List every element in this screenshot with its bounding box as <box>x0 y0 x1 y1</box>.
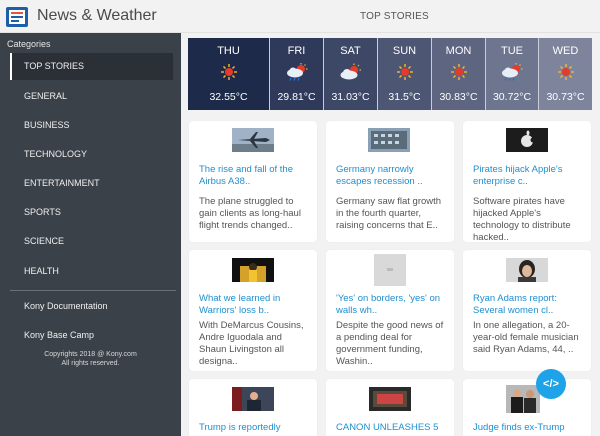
copyright-line-1: Copyrights 2018 @ Kony.com <box>44 351 137 358</box>
weather-day-thu: THU 32.55°C <box>188 38 270 110</box>
sidebar-divider <box>10 290 176 291</box>
weather-day-sun: SUN 31.5°C <box>378 38 432 110</box>
rain-cloud-sun-icon <box>286 63 307 81</box>
news-card-description: In one allegation, a 20-year-old female … <box>473 320 579 355</box>
weather-day-sat: SAT 31.03°C <box>324 38 378 110</box>
airplane-image <box>232 128 274 152</box>
weather-temperature: 32.55°C <box>209 91 248 103</box>
news-card-title[interactable]: Pirates hijack Apple's enterprise c.. <box>473 164 585 188</box>
placeholder-image <box>374 254 406 286</box>
weather-temperature: 30.72°C <box>492 91 532 103</box>
rain-cloud-sun-icon <box>502 63 523 81</box>
app-title: News & Weather <box>37 7 157 24</box>
apple-logo-image <box>506 128 548 152</box>
news-card-title[interactable]: Ryan Adams report: Several women cl.. <box>473 293 585 317</box>
weather-day-wed: WED 30.73°C <box>539 38 592 110</box>
sun-icon <box>220 64 237 80</box>
sidebar-item-general[interactable]: GENERAL <box>10 83 173 110</box>
weather-day-name: THU <box>217 45 240 57</box>
weather-temperature: 29.81°C <box>277 91 316 103</box>
weather-day-name: SUN <box>392 45 417 57</box>
news-card-title[interactable]: Judge finds ex-Trump <box>473 422 585 434</box>
portrait-image <box>506 258 548 282</box>
news-card[interactable]: Germany narrowly escapes recession .. Ge… <box>326 121 454 242</box>
press-image <box>232 387 274 411</box>
news-card[interactable]: Pirates hijack Apple's enterprise c.. So… <box>463 121 591 242</box>
news-card[interactable]: What we learned in Warriors' loss b.. Wi… <box>189 250 317 371</box>
building-image <box>368 128 410 152</box>
weather-day-name: TUE <box>501 45 523 57</box>
sidebar-item-business[interactable]: BUSINESS <box>10 112 173 139</box>
people-image <box>506 385 540 413</box>
weather-temperature: 30.73°C <box>546 91 585 103</box>
news-card-description: Despite the good news of a pending deal … <box>336 320 444 367</box>
news-card-title[interactable]: Trump is reportedly <box>199 422 311 434</box>
sidebar-item-sports[interactable]: SPORTS <box>10 199 173 226</box>
basketball-image <box>232 258 274 282</box>
news-card-title[interactable]: What we learned in Warriors' loss b.. <box>199 293 311 317</box>
weather-day-name: FRI <box>287 45 306 57</box>
news-card[interactable]: Trump is reportedly <box>189 379 317 436</box>
sidebar-item-top-stories[interactable]: TOP STORIES <box>10 53 173 80</box>
sidebar: Categories TOP STORIES GENERAL BUSINESS … <box>0 33 181 436</box>
weather-day-name: WED <box>552 45 579 57</box>
sidebar-item-technology[interactable]: TECHNOLOGY <box>10 141 173 168</box>
weather-temperature: 31.5°C <box>388 91 421 103</box>
news-card-title[interactable]: 'Yes' on borders, 'yes' on walls wh.. <box>336 293 448 317</box>
code-icon[interactable]: </> <box>536 369 566 399</box>
weather-temperature: 31.03°C <box>331 91 370 103</box>
news-card[interactable]: CANON UNLEASHES 5 <box>326 379 454 436</box>
weather-forecast: THU 32.55°C FRI 29.81°C SAT 31.03°C SUN … <box>188 38 592 110</box>
news-card-description: The plane struggled to gain clients as l… <box>199 196 301 231</box>
news-card-title[interactable]: The rise and fall of the Airbus A38.. <box>199 164 311 188</box>
copyright-line-2: All rights reserved. <box>61 360 120 367</box>
news-card-description: Germany saw flat growth in the fourth qu… <box>336 196 442 231</box>
news-card-title[interactable]: Germany narrowly escapes recession .. <box>336 164 448 188</box>
weather-day-name: MON <box>445 45 472 57</box>
sun-icon <box>557 64 574 80</box>
news-card-title[interactable]: CANON UNLEASHES 5 <box>336 422 448 434</box>
weather-day-mon: MON 30.83°C <box>432 38 486 110</box>
weather-temperature: 30.83°C <box>439 91 478 103</box>
cloud-sun-icon <box>340 63 361 80</box>
news-card-description: With DeMarcus Cousins, Andre Iguodala an… <box>199 320 304 367</box>
top-bar: News & Weather TOP STORIES <box>0 0 600 33</box>
weather-day-name: SAT <box>340 45 361 57</box>
camera-image <box>369 387 411 411</box>
news-card[interactable]: The rise and fall of the Airbus A38.. Th… <box>189 121 317 242</box>
page-title: TOP STORIES <box>360 11 429 22</box>
news-card[interactable]: Judge finds ex-Trump <box>463 379 591 436</box>
sidebar-item-entertainment[interactable]: ENTERTAINMENT <box>10 170 173 197</box>
sun-icon <box>396 64 413 80</box>
news-logo-icon <box>6 7 28 27</box>
kony-documentation-link[interactable]: Kony Documentation <box>24 301 108 311</box>
news-card-description: Software pirates have hijacked Apple's t… <box>473 196 571 242</box>
categories-heading: Categories <box>7 39 51 49</box>
weather-day-tue: TUE 30.72°C <box>486 38 539 110</box>
weather-day-fri: FRI 29.81°C <box>270 38 324 110</box>
sidebar-item-science[interactable]: SCIENCE <box>10 228 173 255</box>
kony-base-camp-link[interactable]: Kony Base Camp <box>24 330 94 340</box>
news-card[interactable]: 'Yes' on borders, 'yes' on walls wh.. De… <box>326 250 454 371</box>
sun-icon <box>450 64 467 80</box>
news-card[interactable]: Ryan Adams report: Several women cl.. In… <box>463 250 591 371</box>
sidebar-item-health[interactable]: HEALTH <box>10 258 173 285</box>
